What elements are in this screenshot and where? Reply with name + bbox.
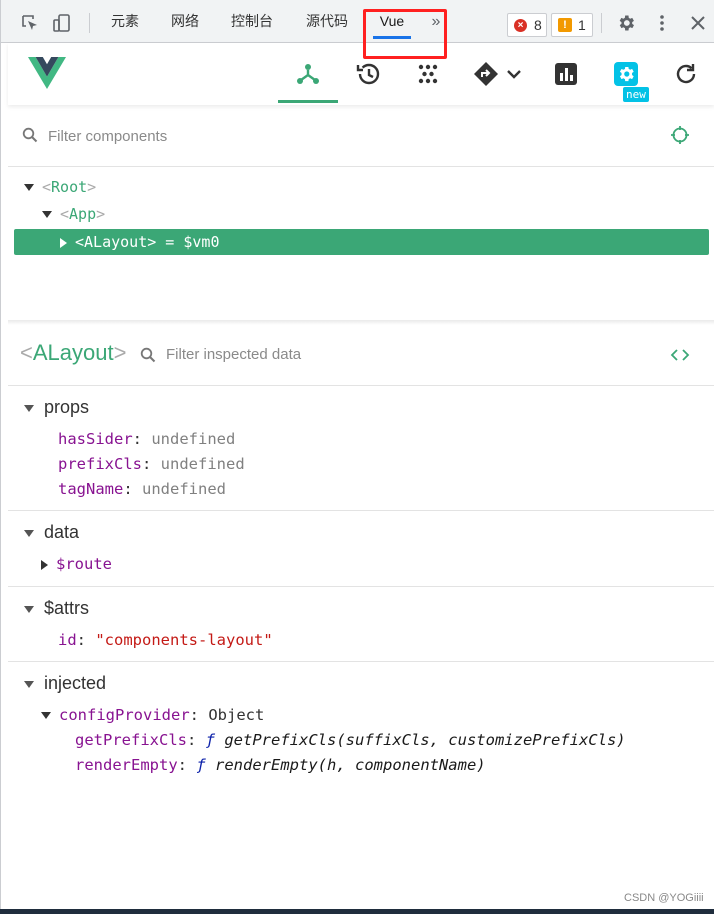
expand-arrow-icon [24,680,34,688]
expand-arrow-icon [24,605,34,613]
injected-fn-row: getPrefixCls: ƒ getPrefixCls(suffixCls, … [75,731,626,749]
refresh-icon[interactable] [673,61,699,87]
vuex-icon[interactable] [415,61,441,87]
performance-icon[interactable] [553,61,579,87]
error-icon: × [514,19,527,32]
expand-arrow-icon [24,404,34,412]
section-title[interactable]: props [24,396,89,418]
devtools-tab-bar: 元素 网络 控制台 源代码 Vue » × 8 ! 1 [0,0,714,59]
new-badge: new [623,87,649,102]
components-icon[interactable] [295,61,321,87]
component-filter-input[interactable] [48,123,608,149]
section-injected: injected configProvider: Object getPrefi… [8,662,714,792]
injected-row-config-provider[interactable]: configProvider: Object [41,703,264,728]
tree-node-root[interactable]: <Root> [24,174,96,200]
code-icon[interactable] [670,345,690,365]
inspected-data-filter-input[interactable] [166,341,646,367]
tree-node-app[interactable]: <App> [42,201,105,227]
section-data: data $route [8,511,714,587]
prop-row: hasSider: undefined [58,430,236,448]
component-filter-bar [8,105,714,167]
vue-logo-icon [28,57,66,89]
history-icon[interactable] [355,61,381,87]
section-title[interactable]: $attrs [24,597,89,619]
expand-arrow-icon[interactable] [42,211,52,218]
close-icon[interactable] [689,14,707,32]
expand-arrow-icon[interactable] [41,712,51,719]
prop-row: tagName: undefined [58,480,226,498]
search-icon [140,347,156,363]
tab-vue[interactable]: Vue [373,0,411,43]
search-icon [22,127,38,143]
warning-icon: ! [558,18,572,32]
device-toolbar-icon[interactable] [53,14,71,32]
error-badge[interactable]: × 8 [507,13,547,37]
tab-network[interactable]: 网络 [165,0,205,43]
collapse-arrow-icon[interactable] [41,559,48,570]
routing-icon[interactable] [473,61,499,87]
settings-icon[interactable] [613,61,639,87]
data-row-route[interactable]: $route [41,552,112,577]
chevron-down-icon[interactable] [505,61,523,87]
tab-elements[interactable]: 元素 [105,0,145,43]
inspector-header: <ALayout> [8,325,714,386]
section-title[interactable]: injected [24,672,106,694]
warning-badge[interactable]: ! 1 [551,13,593,37]
tab-sources[interactable]: 源代码 [299,0,355,43]
inspect-element-icon[interactable] [21,14,39,32]
vue-devtools-header: new [8,43,714,105]
tree-node-alayout[interactable]: <ALayout> = $vm0 [14,229,709,255]
section-props: props hasSider: undefined prefixCls: und… [8,386,714,511]
kebab-menu-icon[interactable] [653,14,671,32]
prop-row: prefixCls: undefined [58,455,245,473]
expand-arrow-icon[interactable] [24,184,34,191]
collapse-arrow-icon[interactable] [60,237,67,248]
tab-console[interactable]: 控制台 [225,0,279,43]
injected-fn-row: renderEmpty: ƒ renderEmpty(h, componentN… [75,756,486,774]
watermark: CSDN @YOGiiii [624,892,704,904]
section-title[interactable]: data [24,521,79,543]
more-tabs-icon[interactable]: » [425,0,447,43]
attr-row: id: "components-layout" [58,631,273,649]
crosshair-icon[interactable] [670,125,690,145]
inspected-component-title: <ALayout> [20,340,127,365]
section-attrs: $attrs id: "components-layout" [8,587,714,662]
expand-arrow-icon [24,529,34,537]
gear-icon[interactable] [616,13,636,33]
